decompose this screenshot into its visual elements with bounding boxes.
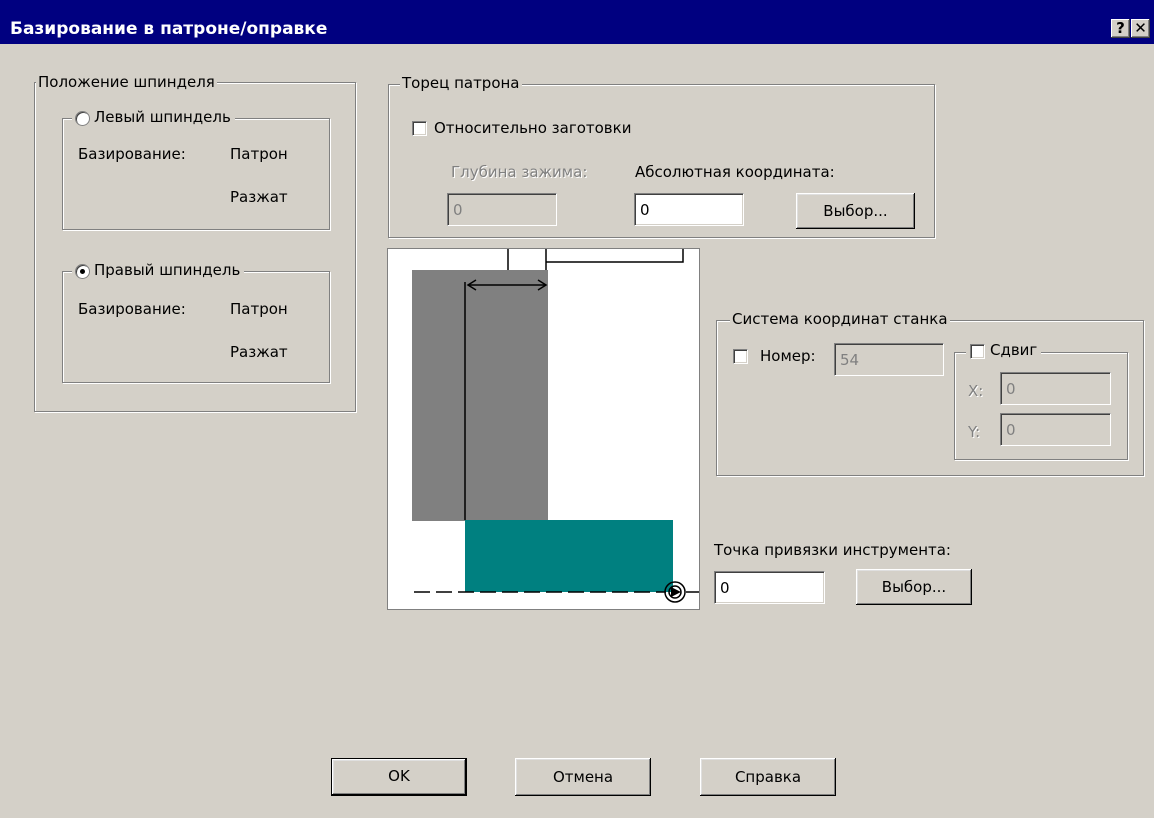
leader-line: [546, 249, 684, 263]
close-icon[interactable]: ✕: [1131, 19, 1150, 38]
basing-diagram: [387, 248, 700, 610]
ok-button[interactable]: OK: [331, 758, 467, 796]
basing-diagram-svg: [412, 249, 699, 603]
title-bar: Базирование в патроне/оправке ? ✕: [0, 0, 1154, 44]
right-spindle-label[interactable]: Правый шпиндель: [94, 261, 240, 279]
shift-label[interactable]: Сдвиг: [990, 341, 1037, 359]
left-spindle-radio[interactable]: [75, 111, 90, 126]
spindle-position-legend: Положение шпинделя: [36, 73, 217, 91]
shift-y-label: Y:: [968, 423, 981, 441]
cs-number-checkbox[interactable]: [733, 349, 748, 364]
right-basing-label: Базирование:: [78, 300, 186, 318]
cs-number-label[interactable]: Номер:: [760, 347, 816, 365]
tool-point-label: Точка привязки инструмента:: [714, 541, 951, 559]
left-spindle-group: [62, 118, 330, 230]
left-spindle-legend: Левый шпиндель: [72, 108, 235, 126]
shift-checkbox[interactable]: [970, 344, 985, 359]
right-clamp-state: Разжат: [230, 343, 288, 361]
window-title: Базирование в патроне/оправке: [10, 19, 328, 39]
shift-x-label: X:: [968, 382, 984, 400]
right-spindle-radio[interactable]: [75, 264, 90, 279]
shift-x-input[interactable]: 0: [1000, 372, 1111, 405]
chuck-select-button[interactable]: Выбор...: [796, 193, 915, 229]
help-button[interactable]: Справка: [700, 758, 836, 796]
tool-point-input[interactable]: 0: [714, 571, 825, 604]
right-spindle-legend: Правый шпиндель: [72, 261, 245, 279]
machine-cs-legend: Система координат станка: [730, 310, 950, 328]
cancel-button[interactable]: Отмена: [515, 758, 651, 796]
tool-point-select-button[interactable]: Выбор...: [856, 569, 972, 605]
right-spindle-group: [62, 271, 330, 383]
relative-to-workpiece-checkbox[interactable]: [412, 121, 427, 136]
absolute-coordinate-label: Абсолютная координата:: [635, 163, 835, 181]
left-basing-value: Патрон: [230, 145, 288, 163]
left-basing-label: Базирование:: [78, 145, 186, 163]
clamp-depth-input[interactable]: 0: [447, 193, 557, 226]
relative-to-workpiece-label[interactable]: Относительно заготовки: [434, 119, 631, 137]
absolute-coordinate-input[interactable]: 0: [634, 193, 744, 226]
right-basing-value: Патрон: [230, 300, 288, 318]
clamp-depth-label: Глубина зажима:: [451, 163, 588, 181]
cs-number-input[interactable]: 54: [834, 343, 944, 376]
workpiece-shape: [465, 520, 673, 592]
help-icon[interactable]: ?: [1111, 19, 1130, 38]
chuck-shape: [412, 270, 548, 521]
left-clamp-state: Разжат: [230, 188, 288, 206]
chuck-face-legend: Торец патрона: [400, 74, 522, 92]
shift-y-input[interactable]: 0: [1000, 413, 1111, 446]
left-spindle-label[interactable]: Левый шпиндель: [94, 108, 231, 126]
